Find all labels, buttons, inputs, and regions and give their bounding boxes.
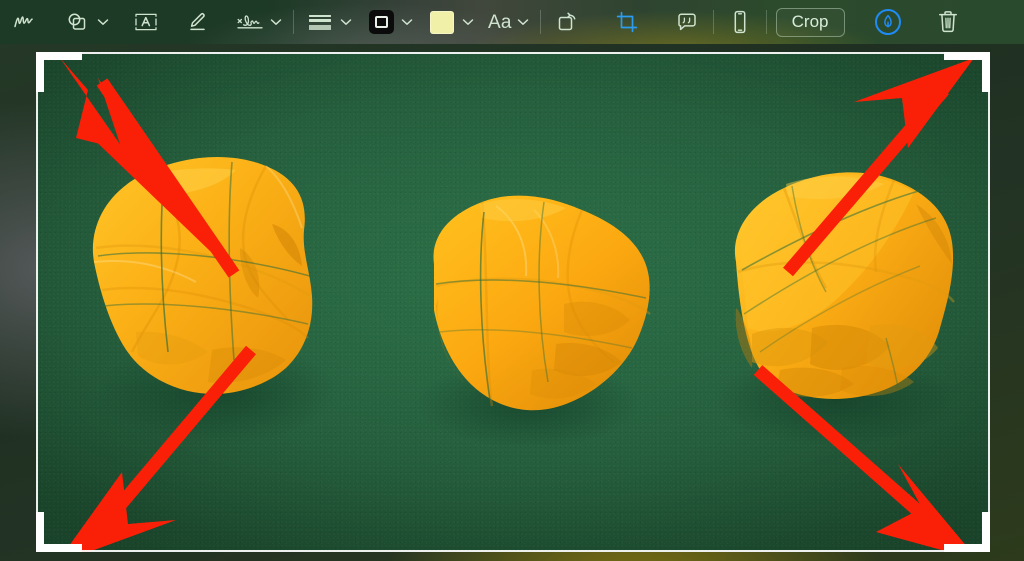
rotate-icon: [558, 12, 576, 31]
shape-style-group[interactable]: [303, 6, 354, 38]
annotate-button[interactable]: [670, 6, 704, 38]
chevron-down-icon: [462, 19, 474, 25]
border-style-icon: [368, 10, 394, 34]
toolbar-divider-2: [539, 10, 541, 34]
text-style-button[interactable]: Aa: [486, 6, 514, 38]
chevron-down-icon: [340, 19, 352, 25]
paper-ball-left: [92, 156, 336, 444]
sketch-icon: [14, 16, 33, 28]
paper-ball-right: [714, 172, 958, 446]
toolbar-divider-3: [712, 10, 714, 34]
crop-edge-bottom[interactable]: [36, 550, 990, 552]
image-canvas[interactable]: [36, 52, 990, 552]
signature-tool-group[interactable]: [233, 6, 284, 38]
signature-tool-button[interactable]: [233, 6, 267, 38]
crop-button-label: Crop: [791, 12, 829, 31]
crop-tool-button[interactable]: [610, 6, 644, 38]
border-style-chevron[interactable]: [399, 6, 415, 38]
chevron-down-icon: [97, 19, 109, 25]
shapes-tool-group[interactable]: [60, 6, 111, 38]
rotate-button[interactable]: [550, 6, 584, 38]
color-swatch-icon: [430, 10, 454, 34]
crop-icon: [616, 11, 637, 33]
line-weight-button[interactable]: [303, 6, 337, 38]
device-button[interactable]: [723, 6, 757, 38]
chevron-down-icon: [401, 19, 413, 25]
fill-color-chevron[interactable]: [460, 6, 476, 38]
crop-button-box[interactable]: Crop: [775, 7, 845, 37]
shape-style-chevron[interactable]: [338, 6, 354, 38]
sketch-tool-button[interactable]: [8, 6, 42, 38]
chevron-down-icon: [270, 19, 282, 25]
markup-toolbar: Aa Crop: [0, 0, 1024, 44]
crop-edge-left[interactable]: [36, 52, 38, 552]
markup-editor-window: Aa Crop: [0, 0, 1024, 561]
signature-icon: [237, 15, 263, 29]
shapes-chevron[interactable]: [95, 6, 111, 38]
comment-bubble-icon: [677, 13, 696, 31]
highlighter-icon: [190, 12, 205, 31]
crop-handle-bottom-right[interactable]: [944, 512, 990, 552]
paper-ball-middle: [416, 195, 651, 448]
crop-edge-top[interactable]: [36, 52, 990, 54]
crop-confirm-button[interactable]: Crop: [775, 6, 845, 38]
crop-edge-right[interactable]: [988, 52, 990, 552]
text-style-chevron[interactable]: [515, 6, 531, 38]
device-icon: [734, 10, 746, 34]
highlight-tool-button[interactable]: [181, 6, 215, 38]
chevron-down-icon: [517, 19, 528, 25]
border-style-group[interactable]: [364, 6, 415, 38]
border-style-button[interactable]: [364, 6, 398, 38]
line-weight-icon: [309, 12, 331, 32]
toolbar-divider-4: [765, 10, 767, 34]
text-tool-button[interactable]: [129, 6, 163, 38]
photo-image: [36, 52, 990, 552]
fill-color-button[interactable]: [425, 6, 459, 38]
paper-balls-layer: [92, 156, 958, 448]
crop-handle-top-right[interactable]: [944, 52, 990, 92]
delete-button[interactable]: [931, 6, 965, 38]
crop-handle-top-left[interactable]: [36, 52, 82, 92]
crop-handle-bottom-left[interactable]: [36, 512, 82, 552]
text-style-label: Aa: [488, 11, 512, 33]
fill-color-group[interactable]: [425, 6, 476, 38]
pen-nib-icon: [883, 14, 892, 28]
text-box-icon: [135, 13, 157, 31]
shapes-tool-button[interactable]: [60, 6, 94, 38]
trash-icon: [938, 11, 957, 33]
markup-pen-icon: [874, 9, 901, 35]
text-style-group[interactable]: Aa: [486, 6, 531, 38]
signature-chevron[interactable]: [268, 6, 284, 38]
shapes-icon: [68, 13, 86, 30]
toolbar-divider-1: [293, 10, 294, 34]
markup-button[interactable]: [871, 6, 905, 38]
